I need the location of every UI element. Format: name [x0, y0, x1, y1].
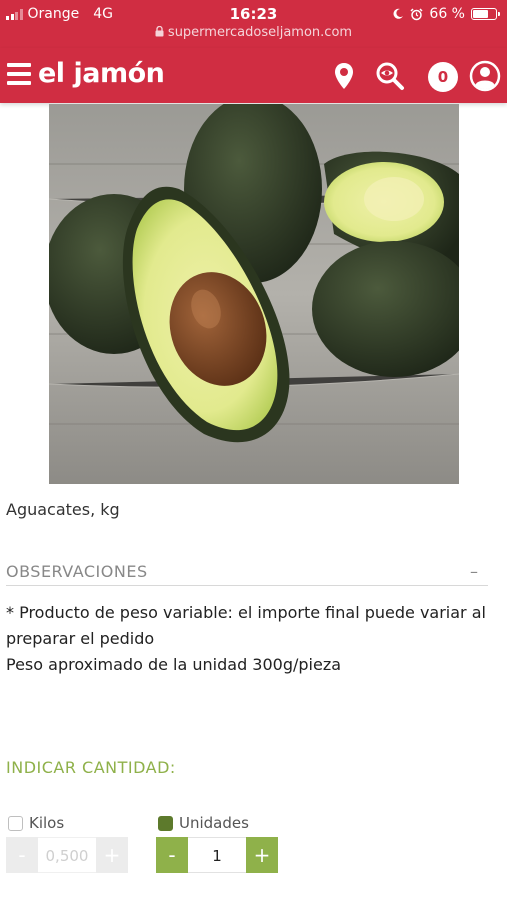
search-icon[interactable] — [374, 60, 406, 92]
url-text: supermercadoseljamon.com — [167, 25, 353, 40]
lock-icon — [155, 25, 164, 37]
kilos-label: Kilos — [29, 814, 65, 832]
battery-icon — [471, 8, 500, 20]
cart-count-badge[interactable]: 0 — [428, 62, 458, 92]
app-header: el jamón 0 — [0, 48, 507, 103]
battery-percent: 66 % — [429, 6, 465, 22]
units-increment-button[interactable]: + — [246, 837, 278, 873]
observation-line: * Producto de peso variable: el importe … — [6, 603, 486, 648]
status-right: 66 % — [392, 6, 500, 22]
product-image[interactable] — [49, 104, 459, 484]
status-bar: Orange 4G 16:23 66 % supermercadoseljamo… — [0, 0, 507, 48]
moon-icon — [393, 8, 404, 19]
avocado-photo — [49, 104, 459, 484]
observations-title: OBSERVACIONES — [6, 562, 148, 581]
observations-text: * Producto de peso variable: el importe … — [6, 600, 501, 678]
menu-icon[interactable] — [7, 63, 31, 85]
collapse-toggle[interactable]: – — [470, 562, 488, 585]
units-checkbox[interactable] — [158, 815, 173, 831]
units-stepper[interactable]: - 1 + — [156, 837, 278, 873]
units-decrement-button[interactable]: - — [156, 837, 188, 873]
address-bar-url[interactable]: supermercadoseljamon.com — [0, 25, 507, 40]
location-pin-icon[interactable] — [328, 60, 360, 92]
units-option[interactable]: Unidades — [158, 814, 249, 832]
brand-logo[interactable]: el jamón — [38, 58, 165, 89]
observation-line: Peso aproximado de la unidad 300g/pieza — [6, 655, 342, 674]
alarm-icon — [410, 7, 423, 20]
kilos-quantity-input: 0,500 — [38, 837, 96, 873]
kilos-decrement-button: - — [6, 837, 38, 873]
kilos-checkbox[interactable] — [8, 815, 23, 831]
kilos-option[interactable]: Kilos — [8, 814, 64, 832]
user-icon[interactable] — [469, 60, 501, 92]
observations-header[interactable]: OBSERVACIONES – — [6, 562, 488, 586]
kilos-stepper: - 0,500 + — [6, 837, 128, 873]
quantity-title: INDICAR CANTIDAD: — [6, 758, 176, 777]
units-quantity-input[interactable]: 1 — [188, 837, 246, 873]
units-label: Unidades — [179, 814, 249, 832]
product-name: Aguacates, kg — [6, 500, 120, 519]
kilos-increment-button: + — [96, 837, 128, 873]
